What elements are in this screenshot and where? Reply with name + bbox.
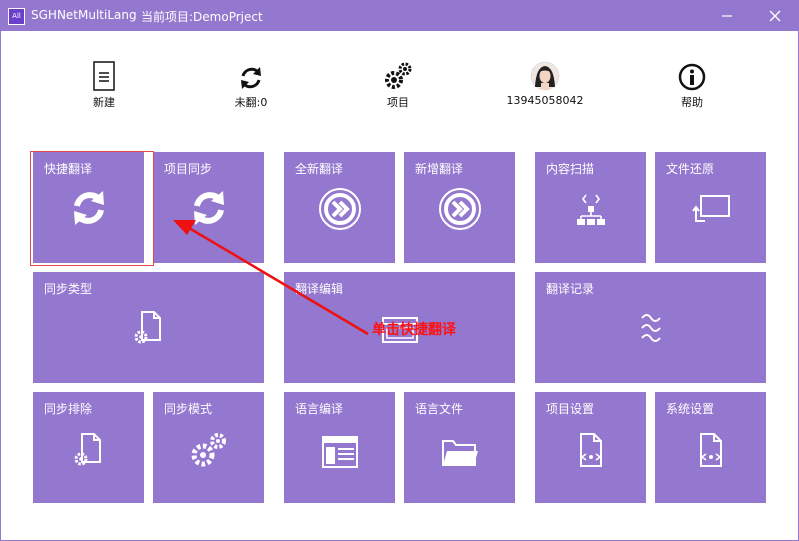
annotation-text: 单击快捷翻译 (372, 322, 456, 338)
annotation-arrow (173, 220, 369, 336)
app-window: All SGHNetMultiLang 当前项目:DemoPrject 新建 未… (0, 0, 799, 541)
